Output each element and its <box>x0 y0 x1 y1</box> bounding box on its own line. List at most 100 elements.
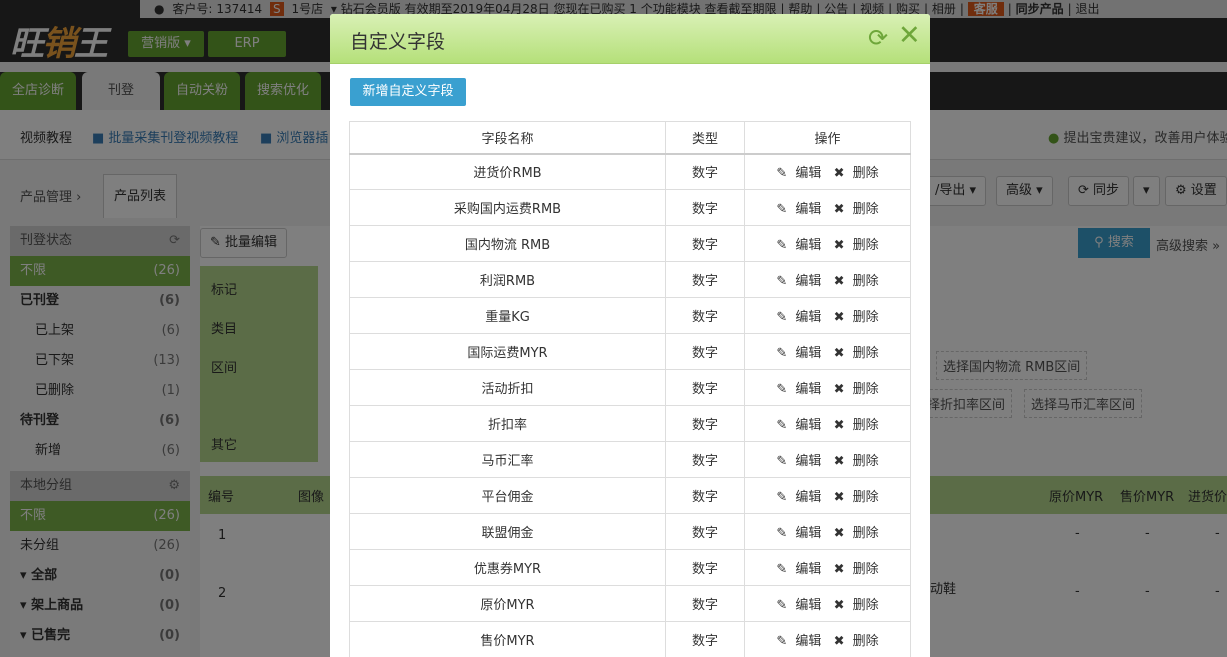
delete-icon: ✖ <box>833 382 845 397</box>
edit-icon: ✎ <box>776 310 788 325</box>
field-row: 售价MYR 数字 ✎ 编辑 ✖ 删除 <box>349 621 911 657</box>
field-actions: ✎ 编辑 ✖ 删除 <box>744 621 911 657</box>
field-actions: ✎ 编辑 ✖ 删除 <box>744 261 911 298</box>
field-name: 进货价RMB <box>349 153 666 190</box>
delete-button[interactable]: ✖ 删除 <box>832 598 881 613</box>
delete-icon: ✖ <box>833 238 845 253</box>
delete-icon: ✖ <box>833 346 845 361</box>
edit-button[interactable]: ✎ 编辑 <box>774 454 823 469</box>
edit-button[interactable]: ✎ 编辑 <box>774 598 823 613</box>
delete-button[interactable]: ✖ 删除 <box>832 238 881 253</box>
field-name: 折扣率 <box>349 405 666 442</box>
delete-icon: ✖ <box>833 490 845 505</box>
field-name: 售价MYR <box>349 621 666 657</box>
field-type: 数字 <box>665 189 745 226</box>
delete-button[interactable]: ✖ 删除 <box>832 310 881 325</box>
custom-fields-modal: 自定义字段 ⟳ ✕ 新增自定义字段 字段名称 类型 操作 进货价RMB 数字 ✎ 编… <box>330 14 930 657</box>
delete-button[interactable]: ✖ 删除 <box>832 418 881 433</box>
edit-icon: ✎ <box>776 634 788 649</box>
field-name: 平台佣金 <box>349 477 666 514</box>
field-type: 数字 <box>665 261 745 298</box>
field-name: 联盟佣金 <box>349 513 666 550</box>
field-actions: ✎ 编辑 ✖ 删除 <box>744 549 911 586</box>
delete-icon: ✖ <box>833 418 845 433</box>
field-actions: ✎ 编辑 ✖ 删除 <box>744 369 911 406</box>
field-actions: ✎ 编辑 ✖ 删除 <box>744 225 911 262</box>
add-custom-field-button[interactable]: 新增自定义字段 <box>350 78 466 106</box>
field-actions: ✎ 编辑 ✖ 删除 <box>744 333 911 370</box>
field-row: 联盟佣金 数字 ✎ 编辑 ✖ 删除 <box>349 513 911 550</box>
field-row: 活动折扣 数字 ✎ 编辑 ✖ 删除 <box>349 369 911 406</box>
delete-button[interactable]: ✖ 删除 <box>832 490 881 505</box>
field-name: 利润RMB <box>349 261 666 298</box>
edit-icon: ✎ <box>776 490 788 505</box>
delete-button[interactable]: ✖ 删除 <box>832 526 881 541</box>
delete-icon: ✖ <box>833 202 845 217</box>
field-name: 活动折扣 <box>349 369 666 406</box>
edit-icon: ✎ <box>776 166 788 182</box>
edit-button[interactable]: ✎ 编辑 <box>774 202 823 217</box>
edit-button[interactable]: ✎ 编辑 <box>774 346 823 361</box>
edit-icon: ✎ <box>776 202 788 217</box>
field-actions: ✎ 编辑 ✖ 删除 <box>744 441 911 478</box>
delete-icon: ✖ <box>833 454 845 469</box>
delete-button[interactable]: ✖ 删除 <box>832 202 881 217</box>
delete-icon: ✖ <box>833 310 845 325</box>
edit-icon: ✎ <box>776 562 788 577</box>
delete-icon: ✖ <box>833 562 845 577</box>
field-name: 采购国内运费RMB <box>349 189 666 226</box>
field-name: 优惠券MYR <box>349 549 666 586</box>
field-row: 国际运费MYR 数字 ✎ 编辑 ✖ 删除 <box>349 333 911 370</box>
edit-button[interactable]: ✎ 编辑 <box>774 310 823 325</box>
modal-title: 自定义字段 <box>350 31 446 53</box>
edit-icon: ✎ <box>776 238 788 253</box>
delete-button[interactable]: ✖ 删除 <box>832 346 881 361</box>
delete-button[interactable]: ✖ 删除 <box>832 382 881 397</box>
col-field-name: 字段名称 <box>349 121 666 155</box>
edit-icon: ✎ <box>776 274 788 289</box>
edit-icon: ✎ <box>776 346 788 361</box>
edit-button[interactable]: ✎ 编辑 <box>774 418 823 433</box>
edit-button[interactable]: ✎ 编辑 <box>774 238 823 253</box>
close-icon[interactable]: ✕ <box>898 20 921 51</box>
delete-button[interactable]: ✖ 删除 <box>832 166 881 181</box>
delete-button[interactable]: ✖ 删除 <box>832 454 881 469</box>
edit-icon: ✎ <box>776 418 788 433</box>
edit-button[interactable]: ✎ 编辑 <box>774 634 823 649</box>
field-row: 进货价RMB 数字 ✎ 编辑 ✖ 删除 <box>349 153 911 190</box>
refresh-icon[interactable]: ⟳ <box>868 24 888 52</box>
edit-button[interactable]: ✎ 编辑 <box>774 490 823 505</box>
delete-button[interactable]: ✖ 删除 <box>832 634 881 649</box>
field-name: 马币汇率 <box>349 441 666 478</box>
edit-icon: ✎ <box>776 598 788 613</box>
modal-header: 自定义字段 ⟳ ✕ <box>330 14 930 64</box>
field-type: 数字 <box>665 153 745 190</box>
delete-button[interactable]: ✖ 删除 <box>832 274 881 289</box>
edit-button[interactable]: ✎ 编辑 <box>774 562 823 577</box>
field-actions: ✎ 编辑 ✖ 删除 <box>744 297 911 334</box>
field-type: 数字 <box>665 585 745 622</box>
field-type: 数字 <box>665 225 745 262</box>
field-actions: ✎ 编辑 ✖ 删除 <box>744 405 911 442</box>
edit-button[interactable]: ✎ 编辑 <box>774 166 823 181</box>
field-name: 重量KG <box>349 297 666 334</box>
field-actions: ✎ 编辑 ✖ 删除 <box>744 477 911 514</box>
edit-button[interactable]: ✎ 编辑 <box>774 526 823 541</box>
edit-button[interactable]: ✎ 编辑 <box>774 274 823 289</box>
delete-button[interactable]: ✖ 删除 <box>832 562 881 577</box>
field-type: 数字 <box>665 369 745 406</box>
delete-icon: ✖ <box>833 598 845 613</box>
field-row: 原价MYR 数字 ✎ 编辑 ✖ 删除 <box>349 585 911 622</box>
field-row: 重量KG 数字 ✎ 编辑 ✖ 删除 <box>349 297 911 334</box>
field-row: 国内物流 RMB 数字 ✎ 编辑 ✖ 删除 <box>349 225 911 262</box>
delete-icon: ✖ <box>833 166 845 182</box>
field-row: 马币汇率 数字 ✎ 编辑 ✖ 删除 <box>349 441 911 478</box>
field-row: 平台佣金 数字 ✎ 编辑 ✖ 删除 <box>349 477 911 514</box>
field-row: 采购国内运费RMB 数字 ✎ 编辑 ✖ 删除 <box>349 189 911 226</box>
field-actions: ✎ 编辑 ✖ 删除 <box>744 153 911 190</box>
delete-icon: ✖ <box>833 634 845 649</box>
field-name: 国际运费MYR <box>349 333 666 370</box>
edit-button[interactable]: ✎ 编辑 <box>774 382 823 397</box>
edit-icon: ✎ <box>776 454 788 469</box>
field-actions: ✎ 编辑 ✖ 删除 <box>744 585 911 622</box>
